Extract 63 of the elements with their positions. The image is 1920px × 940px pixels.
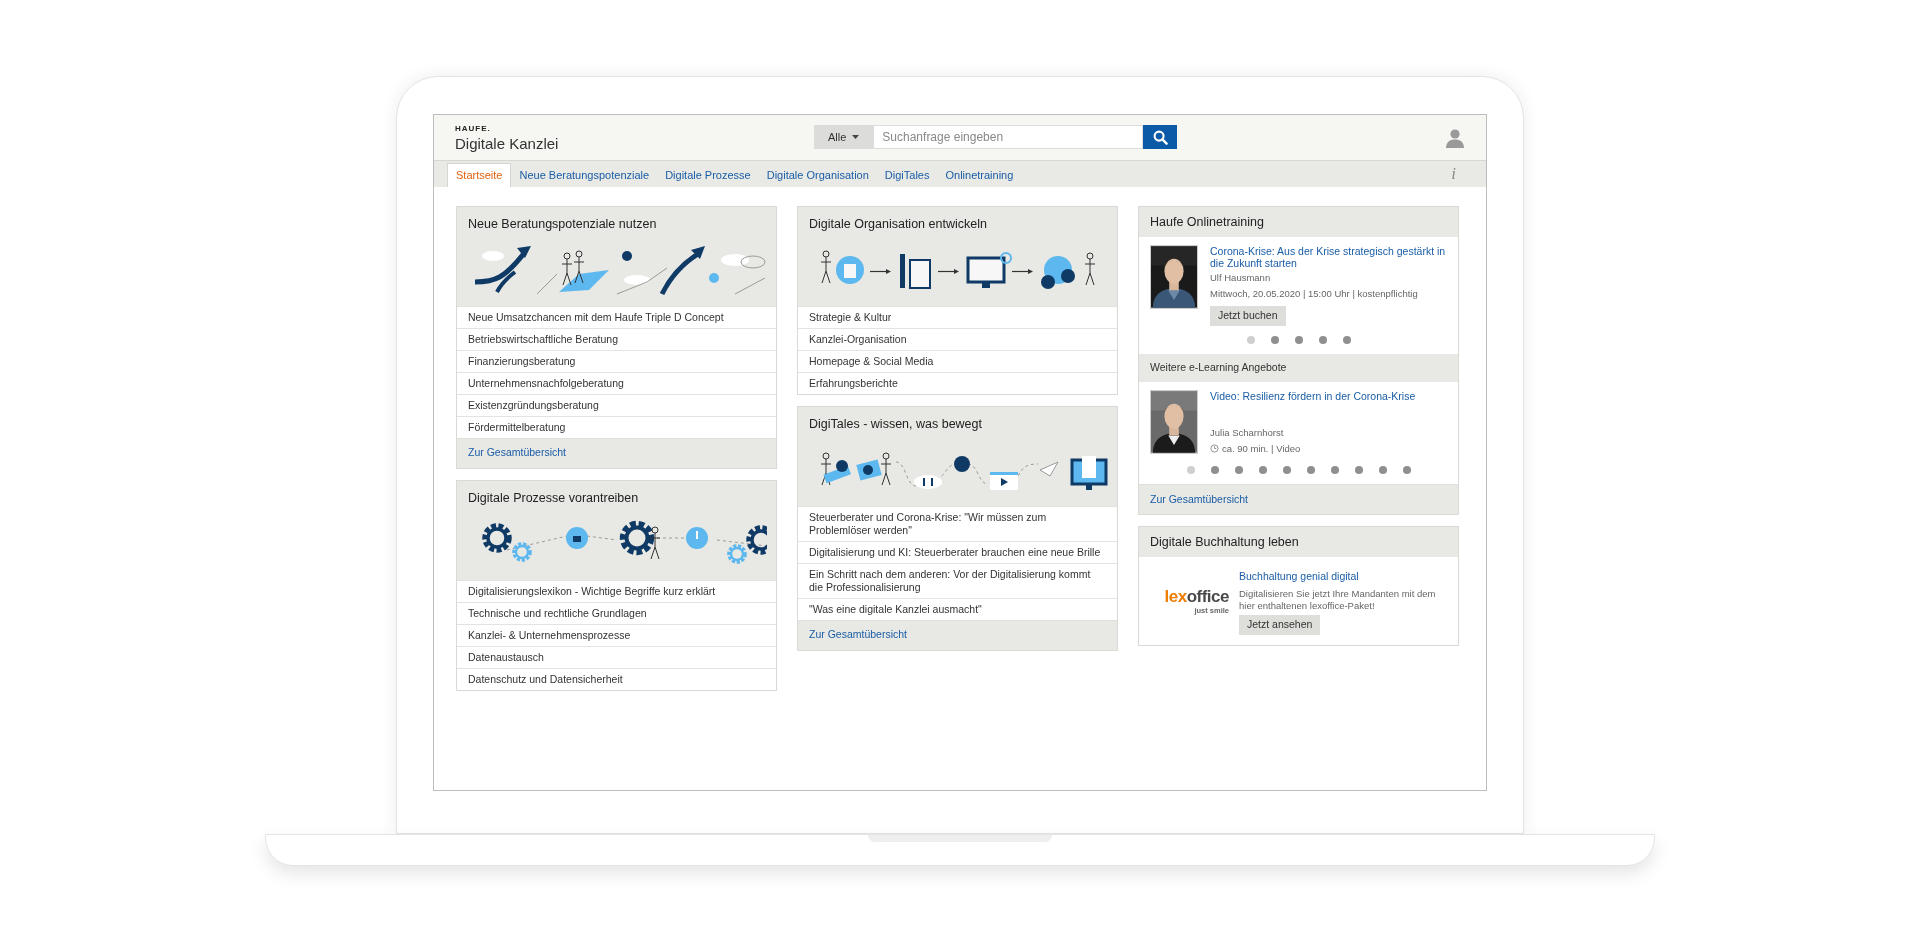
article-link[interactable]: Digitalisierungslexikon - Wichtige Begriffe kurz erklärt: [457, 579, 776, 602]
search-field[interactable]: Suchanfrage eingeben: [873, 125, 1144, 149]
overview-link[interactable]: Zur Gesamtübersicht: [1150, 491, 1249, 508]
article-link[interactable]: Homepage & Social Media: [798, 349, 1117, 372]
document-drawing: [899, 253, 931, 289]
arrow-icon: [868, 268, 891, 274]
article-link[interactable]: Datenaustausch: [457, 645, 776, 668]
brand-logo: HAUFE.: [455, 124, 492, 133]
article-link[interactable]: Strategie & Kultur: [798, 305, 1117, 328]
article-link[interactable]: Erfahrungsberichte: [798, 371, 1117, 394]
article-link[interactable]: Ein Schritt nach dem anderen: Vor der Digitalisierung kommt die Professionalisierung: [798, 562, 1117, 598]
article-link[interactable]: Kanzlei-Organisation: [798, 327, 1117, 350]
search-button[interactable]: [1143, 125, 1178, 149]
training-title-link[interactable]: Video: Resilienz fördern in der Corona-Krise: [1210, 389, 1416, 402]
plant-drawing: [1040, 255, 1075, 289]
section-title: Weitere e-Learning Angebote: [1150, 359, 1287, 375]
arrow-icon: [936, 268, 959, 274]
overview-link[interactable]: Zur Gesamtübersicht: [809, 627, 908, 643]
article-link[interactable]: Existenzgründungsberatung: [457, 393, 776, 416]
article-link[interactable]: Betriebswirtschaftliche Beratung: [457, 327, 776, 350]
card-title: Digitale Buchhaltung leben: [1150, 533, 1299, 551]
card-title: DigiTales - wissen, was bewegt: [808, 415, 983, 433]
nav-tab[interactable]: Startseite: [447, 163, 512, 187]
search-scope-dropdown[interactable]: Alle: [814, 125, 874, 149]
monitor-drawing: [966, 251, 1012, 288]
card-title: Digitale Prozesse vorantreiben: [467, 489, 640, 507]
card-title: Haufe Onlinetraining: [1150, 213, 1264, 231]
book-button[interactable]: Jetzt buchen: [1210, 305, 1286, 326]
event-details: ca. 90 min. | Video: [1222, 441, 1301, 456]
app-title: Digitale Kanzlei: [455, 135, 559, 151]
user-icon[interactable]: [1445, 127, 1465, 148]
logo-word-part: office: [1186, 586, 1229, 606]
training-title-link[interactable]: Corona-Krise: Aus der Krise strategisch gestärkt in die Zukunft starten: [1210, 245, 1447, 269]
speaker-name: Julia Scharnhorst: [1210, 425, 1285, 440]
caret-icon: [852, 135, 860, 139]
nav-tab[interactable]: DigiTales: [876, 163, 938, 187]
card-title: Neue Beratungspotenziale nutzen: [467, 216, 658, 233]
article-link[interactable]: Digitalisierung und KI: Steuerberater brauchen eine neue Brille: [798, 540, 1117, 563]
search-icon: [1152, 129, 1168, 145]
article-link[interactable]: Neue Umsatzchancen mit dem Haufe Triple D Concept: [457, 305, 776, 328]
nav-tab[interactable]: Digitale Prozesse: [657, 163, 759, 187]
article-link[interactable]: Kanzlei- & Unternehmensprozesse: [457, 623, 776, 646]
view-button[interactable]: Jetzt ansehen: [1239, 614, 1321, 635]
nav-tab[interactable]: Digitale Organisation: [758, 163, 877, 187]
article-link[interactable]: Technische und rechtliche Grundlagen: [457, 601, 776, 624]
nav-tab[interactable]: Neue Beratungspotenziale: [511, 163, 658, 187]
overview-link[interactable]: Zur Gesamtübersicht: [468, 445, 567, 462]
event-details: Mittwoch, 20.05.2020 | 15:00 Uhr | kostenpflichtig: [1210, 287, 1418, 302]
article-link[interactable]: Steuerberater und Corona-Krise: "Wir müssen zum Problemlöser werden": [798, 505, 1117, 541]
arrow-icon: [1010, 268, 1033, 274]
person-drawing: [1084, 252, 1095, 286]
promo-link[interactable]: Buchhaltung genial digital: [1239, 569, 1448, 585]
logo-word-part: lex: [1164, 586, 1187, 606]
article-link[interactable]: "Was eine digitale Kanzlei ausmacht": [798, 597, 1117, 620]
article-link[interactable]: Fördermittelberatung: [457, 415, 776, 438]
article-link[interactable]: Unternehmensnachfolgeberatung: [457, 371, 776, 394]
person-with-chess-drawing: [820, 250, 864, 284]
speaker-name: Ulf Hausmann: [1210, 271, 1272, 285]
article-link[interactable]: Finanzierungsberatung: [457, 349, 776, 372]
promo-text: Digitalisieren Sie jetzt Ihre Mandanten mit dem hier enthaltenen lexoffice-Paket!: [1239, 587, 1437, 612]
card-title: Digitale Organisation entwickeln: [808, 216, 988, 233]
article-link[interactable]: Datenschutz und Datensicherheit: [457, 667, 776, 690]
nav-tab[interactable]: Onlinetraining: [937, 163, 1022, 187]
